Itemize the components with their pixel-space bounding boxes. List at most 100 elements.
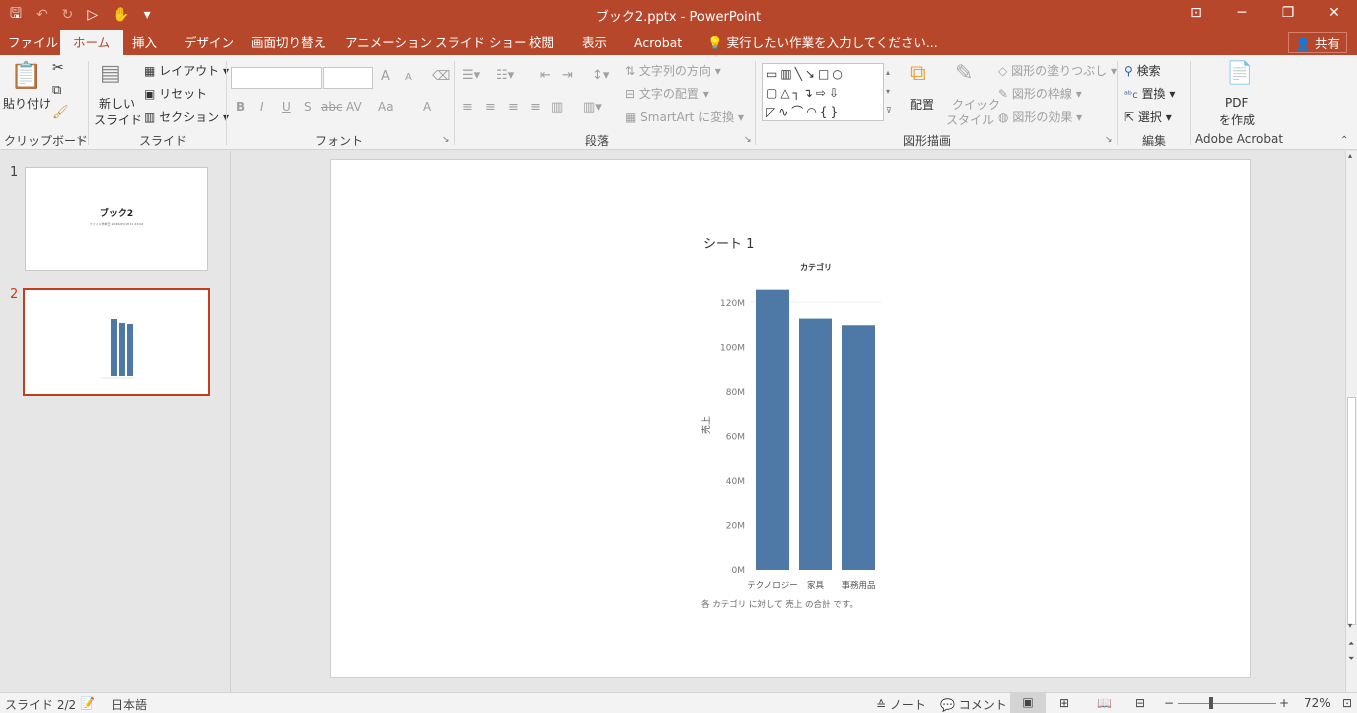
shapes-gallery[interactable]: ▭▥╲↘□○ ▢△┐↴⇨⇩ ◸∿⌒◠{} bbox=[762, 63, 884, 121]
cut-icon[interactable]: ✂ bbox=[52, 60, 64, 76]
bold-button[interactable]: B bbox=[236, 100, 245, 114]
font-color-button[interactable]: A bbox=[423, 100, 431, 114]
zoom-slider-track[interactable] bbox=[1178, 703, 1276, 704]
freeform-shape-icon[interactable]: ◸ bbox=[766, 105, 778, 119]
share-button[interactable]: 👤 共有 bbox=[1288, 32, 1347, 53]
rectangle-shape-icon[interactable]: □ bbox=[818, 67, 832, 81]
justify-icon[interactable]: ≡ bbox=[530, 100, 541, 115]
shape-fill-button[interactable]: ◇ 図形の塗りつぶし ▾ bbox=[998, 62, 1117, 79]
next-slide-icon[interactable]: ⏷ bbox=[1348, 654, 1354, 664]
clipboard-launcher-icon[interactable]: ↘ bbox=[76, 135, 84, 145]
oval-shape-icon[interactable]: ○ bbox=[832, 67, 845, 81]
underline-button[interactable]: U bbox=[282, 100, 291, 114]
find-button[interactable]: ⚲ 検索 bbox=[1124, 62, 1161, 79]
left-brace-shape-icon[interactable]: { bbox=[820, 105, 831, 119]
columns-icon[interactable]: ▥▾ bbox=[583, 100, 602, 115]
tab-view[interactable]: 表示 bbox=[582, 30, 607, 55]
right-arrow-shape-icon[interactable]: ⇨ bbox=[816, 86, 829, 100]
close-button[interactable]: ✕ bbox=[1311, 0, 1357, 30]
create-pdf-line2[interactable]: を作成 bbox=[1219, 111, 1255, 128]
char-spacing-button[interactable]: AV bbox=[346, 100, 362, 114]
zoom-out-icon[interactable]: − bbox=[1164, 696, 1174, 710]
arrange-icon[interactable]: ⧉ bbox=[910, 61, 926, 86]
fit-slide-icon[interactable]: ⊡ bbox=[1342, 696, 1352, 710]
paste-button[interactable]: 貼り付け bbox=[3, 95, 51, 112]
arc-shape-icon[interactable]: ◠ bbox=[806, 105, 819, 119]
arrow-shape-icon[interactable]: ↘ bbox=[805, 67, 818, 81]
align-center-icon[interactable]: ≡ bbox=[485, 100, 496, 115]
scroll-down-icon[interactable]: ▾ bbox=[1348, 621, 1352, 630]
arrange-button[interactable]: 配置 bbox=[910, 96, 934, 113]
italic-button[interactable]: I bbox=[260, 100, 264, 114]
quick-styles-line2[interactable]: スタイル bbox=[946, 111, 994, 128]
select-button[interactable]: ⇱ 選択 ▾ bbox=[1124, 108, 1172, 125]
align-text-button[interactable]: ⊟ 文字の配置 ▾ bbox=[625, 85, 709, 102]
minimize-button[interactable]: ─ bbox=[1219, 0, 1265, 30]
decrease-indent-icon[interactable]: ⇤ bbox=[540, 68, 551, 83]
curve-shape-icon[interactable]: ⌒ bbox=[791, 105, 806, 119]
tell-me-search[interactable]: 💡 実行したい作業を入力してください... bbox=[707, 30, 938, 55]
reset-button[interactable]: ▣ リセット bbox=[144, 85, 207, 102]
tab-design[interactable]: デザイン bbox=[184, 30, 234, 55]
text-direction-button[interactable]: ⇅ 文字列の方向 ▾ bbox=[625, 62, 721, 79]
numbering-icon[interactable]: ☷▾ bbox=[496, 68, 514, 83]
copy-icon[interactable]: ⧉ bbox=[52, 83, 61, 98]
right-brace-shape-icon[interactable]: } bbox=[830, 105, 841, 119]
zoom-slider-thumb[interactable] bbox=[1209, 697, 1213, 709]
new-slide-icon[interactable]: ▤ bbox=[100, 61, 121, 86]
shadow-button[interactable]: S bbox=[304, 100, 312, 114]
format-painter-icon[interactable]: 🖌 bbox=[52, 105, 69, 120]
font-launcher-icon[interactable]: ↘ bbox=[442, 135, 450, 145]
paste-icon[interactable]: 📋 bbox=[10, 61, 42, 91]
spell-check-icon[interactable]: 📝 bbox=[80, 696, 95, 710]
zoom-level[interactable]: 72% bbox=[1304, 696, 1331, 710]
scroll-thumb[interactable] bbox=[1347, 397, 1356, 625]
comments-button[interactable]: 💬 コメント bbox=[940, 696, 1007, 713]
tab-slideshow[interactable]: スライド ショー bbox=[435, 30, 526, 55]
slide-canvas[interactable]: シート 1 カテゴリ 0M 20M 40M 60M 80M 100M 120M 売上 テクノロジー家… bbox=[330, 159, 1251, 678]
font-size-box[interactable] bbox=[323, 67, 373, 89]
layout-button[interactable]: ▦ レイアウト ▾ bbox=[144, 62, 229, 79]
elbow-arrow-shape-icon[interactable]: ↴ bbox=[803, 86, 816, 100]
reading-view-icon[interactable]: 📖 bbox=[1097, 696, 1112, 710]
vertical-scrollbar[interactable]: ▴ ▾ ⏶ ⏷ bbox=[1345, 151, 1357, 692]
tab-file[interactable]: ファイル bbox=[8, 30, 58, 55]
quick-styles-icon[interactable]: ✎ bbox=[955, 61, 973, 86]
distributed-icon[interactable]: ▥ bbox=[551, 100, 563, 115]
triangle-shape-icon[interactable]: △ bbox=[780, 86, 792, 100]
increase-indent-icon[interactable]: ⇥ bbox=[562, 68, 573, 83]
smartart-button[interactable]: ▦ SmartArt に変換 ▾ bbox=[625, 108, 744, 125]
line-shape-icon[interactable]: ╲ bbox=[795, 67, 805, 81]
restore-button[interactable]: ❐ bbox=[1265, 0, 1311, 30]
tab-transitions[interactable]: 画面切り替え bbox=[251, 30, 326, 55]
previous-slide-icon[interactable]: ⏶ bbox=[1348, 639, 1354, 649]
bullets-icon[interactable]: ☰▾ bbox=[462, 68, 480, 83]
shape-effects-button[interactable]: ◍ 図形の効果 ▾ bbox=[998, 108, 1082, 125]
tab-review[interactable]: 校閲 bbox=[529, 30, 554, 55]
font-name-box[interactable] bbox=[231, 67, 322, 89]
change-case-button[interactable]: Aa bbox=[378, 100, 394, 114]
grow-font-icon[interactable]: A bbox=[381, 69, 390, 84]
replace-button[interactable]: ᵃᵇc 置換 ▾ bbox=[1124, 85, 1175, 102]
clear-format-icon[interactable]: ⌫ bbox=[432, 69, 450, 84]
new-slide-line2[interactable]: スライド bbox=[94, 111, 142, 128]
slide-thumbnail-2[interactable] bbox=[23, 288, 210, 396]
zoom-in-icon[interactable]: + bbox=[1279, 696, 1289, 710]
tab-animations[interactable]: アニメーション bbox=[345, 30, 432, 55]
tab-home[interactable]: ホーム bbox=[60, 30, 124, 55]
elbow-shape-icon[interactable]: ┐ bbox=[793, 86, 803, 100]
paragraph-launcher-icon[interactable]: ↘ bbox=[744, 135, 752, 145]
slide-sorter-icon[interactable]: ⊞ bbox=[1059, 696, 1069, 710]
slideshow-view-icon[interactable]: ⊟ bbox=[1135, 696, 1145, 710]
slide-thumbnail-1[interactable]: ブック2 ファイル作成日 2026/05/18 11:43:02 bbox=[25, 167, 208, 271]
shrink-font-icon[interactable]: A bbox=[405, 72, 412, 83]
shapes-scroll-icon[interactable]: ▴ ▾ ⊽ bbox=[886, 63, 892, 120]
align-left-icon[interactable]: ≡ bbox=[462, 100, 473, 115]
down-arrow-shape-icon[interactable]: ⇩ bbox=[829, 86, 842, 100]
tab-acrobat[interactable]: Acrobat bbox=[634, 30, 682, 55]
collapse-ribbon-icon[interactable]: ⌃ bbox=[1340, 135, 1348, 146]
strikethrough-button[interactable]: abc bbox=[321, 100, 343, 114]
rounded-rect-shape-icon[interactable]: ▢ bbox=[766, 86, 780, 100]
scribble-shape-icon[interactable]: ∿ bbox=[778, 105, 791, 119]
align-right-icon[interactable]: ≡ bbox=[508, 100, 519, 115]
